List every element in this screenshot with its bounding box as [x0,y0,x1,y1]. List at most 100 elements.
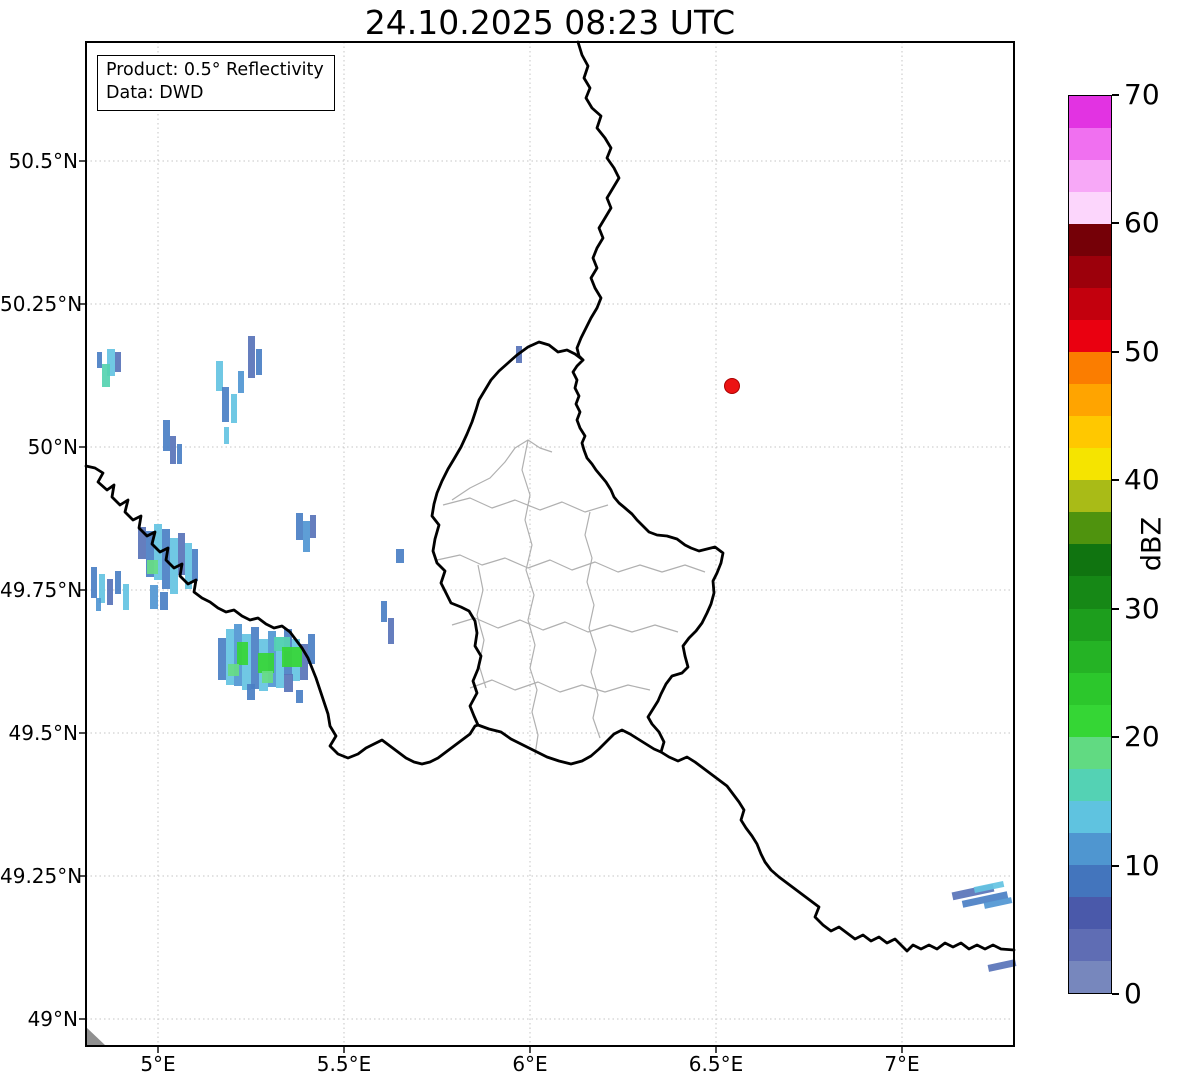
colorbar-band [1069,672,1111,705]
map-canvas [79,40,1017,1053]
radar-echo-cell [147,560,158,574]
radar-echo-cell [303,521,310,552]
colorbar-axis-label: dBZ [1136,516,1168,572]
x-tick-label: 5°E [140,1052,176,1076]
colorbar-tick-label: 20 [1124,720,1160,753]
radar-echo-cell [115,571,121,594]
colorbar-band [1069,704,1111,737]
colorbar-band [1069,96,1111,129]
radar-echo-cell [222,387,229,422]
radar-echo-cell [163,420,170,451]
colorbar-band [1069,800,1111,833]
radar-echo-cell [248,336,255,378]
canton-border [442,497,609,513]
y-tick-label: 49.75°N [0,578,83,602]
canton-border [451,439,553,501]
belgium-france-border [84,464,480,766]
canton-border [584,511,601,739]
colorbar-tick-label: 70 [1124,78,1160,111]
radar-echo-cell [224,427,229,444]
radar-echo-cell [247,684,255,700]
colorbar-band [1069,448,1111,481]
corner-terrain-patch [86,1027,106,1046]
radar-echo-cell [296,690,303,703]
radar-echo-cell [170,436,176,464]
belgium-germany-border [575,40,621,362]
colorbar-band [1069,192,1111,225]
radar-echo-cell [192,549,198,581]
gridlines [86,42,1014,1046]
radar-echo-cell [226,629,234,685]
colorbar-band [1069,832,1111,865]
radar-echo-cell [97,352,102,368]
canton-border [521,439,539,756]
radar-echo-cell [251,627,259,689]
colorbar-tick-mark [1112,479,1119,481]
colorbar-band [1069,768,1111,801]
radar-echo-cell [150,585,158,609]
admin-borders [436,439,706,756]
colorbar-band [1069,640,1111,673]
colorbar-tick-mark [1112,351,1119,353]
product-info-line2: Data: DWD [106,83,204,103]
y-tick-label: 49.5°N [8,721,79,745]
colorbar-band [1069,160,1111,193]
colorbar-tick-mark [1112,736,1119,738]
radar-echo-cell [381,601,387,622]
radar-echo-cell [107,579,113,605]
france-germany-border [659,750,1016,953]
x-tick-label: 5.5°E [316,1052,372,1076]
colorbar-tick-mark [1112,222,1119,224]
radar-echo-cell [238,371,244,393]
colorbar-band [1069,416,1111,449]
map-frame [85,41,1015,1047]
radar-echo-cell [258,653,274,673]
y-tick-label: 50°N [27,435,78,459]
colorbar-band [1069,128,1111,161]
colorbar-tick-label: 0 [1124,977,1142,1010]
colorbar-band [1069,320,1111,353]
colorbar-tick-label: 30 [1124,592,1160,625]
colorbar-band [1069,736,1111,769]
radar-echo-cell [231,394,237,423]
luxembourg-outline [430,340,725,766]
radar-echo-cell [396,549,404,563]
radar-echo-cells [91,336,1017,972]
radar-echo-cell [96,598,101,611]
colorbar-band [1069,864,1111,897]
radar-echo-cell [91,567,97,598]
colorbar-tick-label: 60 [1124,206,1160,239]
colorbar-band [1069,288,1111,321]
colorbar-band [1069,576,1111,609]
colorbar-band [1069,928,1111,961]
colorbar-band [1069,352,1111,385]
radar-echo-cell [284,674,293,692]
canton-border [469,679,651,693]
product-info-box: Product: 0.5° Reflectivity Data: DWD [97,55,335,111]
colorbar-band [1069,896,1111,929]
axis-tick-marks [79,160,903,1053]
radar-echo-cell [160,592,168,610]
radar-echo-cell [262,671,273,683]
colorbar-tick-label: 10 [1124,849,1160,882]
radar-echo-cell [102,364,110,387]
radar-echo-cell [296,513,303,540]
country-borders [84,40,1016,953]
radar-echo-cell [237,642,248,665]
radar-echo-cell [115,352,121,372]
colorbar-band [1069,512,1111,545]
colorbar-band [1069,384,1111,417]
colorbar-tick-mark [1112,94,1119,96]
canton-border [451,617,679,633]
product-info-line1: Product: 0.5° Reflectivity [106,60,324,80]
canton-border [436,554,706,573]
colorbar-band [1069,256,1111,289]
colorbar-tick-mark [1112,865,1119,867]
radar-echo-cell [216,361,223,391]
colorbar [1068,95,1112,994]
colorbar-band [1069,224,1111,257]
colorbar-tick-mark [1112,993,1119,995]
x-tick-label: 6°E [512,1052,548,1076]
radar-site-marker [724,378,740,394]
y-tick-label: 49.25°N [0,864,83,888]
